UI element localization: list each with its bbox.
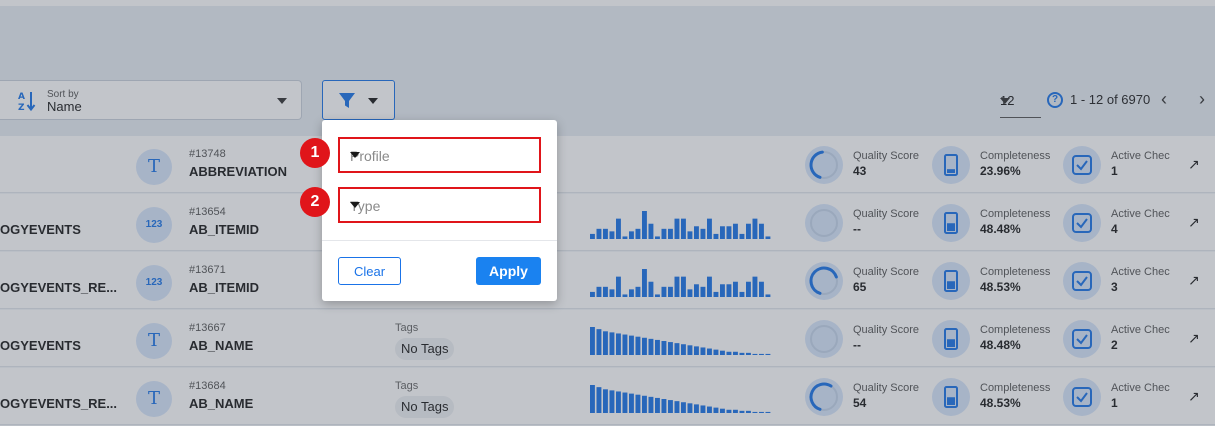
chevron-down-icon bbox=[350, 152, 360, 158]
type-select[interactable]: Type bbox=[338, 187, 541, 223]
popup-divider bbox=[322, 240, 557, 241]
profile-select[interactable]: Profile bbox=[338, 137, 541, 173]
chevron-down-icon bbox=[350, 202, 360, 208]
apply-button[interactable]: Apply bbox=[476, 257, 541, 285]
clear-button[interactable]: Clear bbox=[338, 257, 401, 285]
filter-popup: Profile Type Clear Apply bbox=[322, 120, 557, 301]
step-badge-1: 1 bbox=[300, 138, 330, 168]
overlay-backdrop[interactable] bbox=[0, 0, 1215, 426]
step-badge-2: 2 bbox=[300, 187, 330, 217]
